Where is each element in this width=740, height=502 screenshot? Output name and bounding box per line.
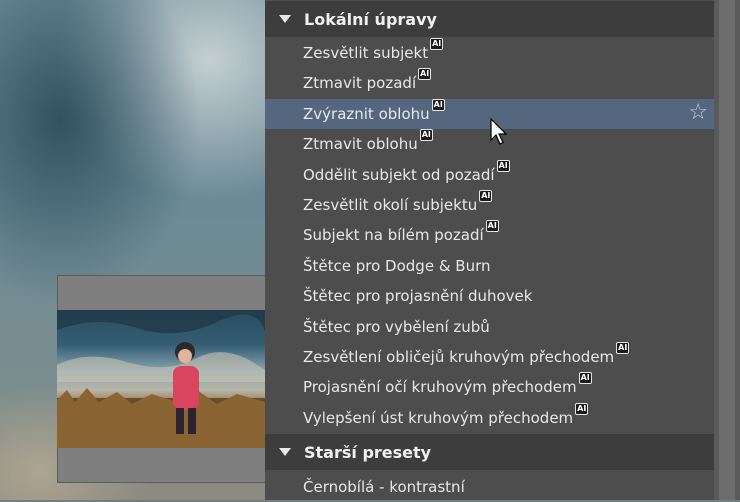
preset-label: Černobílá - kontrastní xyxy=(303,478,465,496)
ai-badge: AI xyxy=(485,220,499,233)
preset-item[interactable]: Štětce pro Dodge & Burn xyxy=(265,251,714,281)
mouse-cursor-icon xyxy=(490,118,508,145)
ai-badge: AI xyxy=(419,129,433,142)
preset-label: Projasnění očí kruhovým přechodem xyxy=(303,378,577,397)
preset-preview-thumbnail xyxy=(57,310,265,448)
section-title: Starší presety xyxy=(304,442,432,462)
preset-label: Ztmavit oblohu xyxy=(303,135,418,154)
preset-item[interactable]: Subjekt na bílém pozadí AI xyxy=(265,220,714,250)
section-header-0[interactable]: Lokální úpravy xyxy=(265,1,714,37)
preset-item[interactable]: Vylepšení úst kruhovým přechodem AI xyxy=(265,402,714,433)
caret-down-icon xyxy=(279,15,291,23)
preset-label: Vylepšení úst kruhovým přechodem xyxy=(303,408,574,427)
ai-badge: AI xyxy=(616,342,630,354)
ai-badge: AI xyxy=(431,98,445,111)
ai-badge: AI xyxy=(578,372,592,385)
preset-item[interactable]: Štětec pro projasnění duhovek xyxy=(265,281,714,311)
preset-item[interactable]: Ztmavit pozadí AI xyxy=(265,68,714,98)
preset-item[interactable]: Projasnění očí kruhovým přechodem AI xyxy=(265,372,714,402)
preset-item[interactable]: Štětec pro vybělení zubů xyxy=(265,312,714,342)
preset-item[interactable]: Zesvětlit okolí subjektu AI xyxy=(265,190,714,220)
caret-down-icon xyxy=(279,448,291,456)
section-header-1[interactable]: Starší presety xyxy=(265,434,714,470)
preset-item[interactable]: Černobílá - kontrastní xyxy=(265,472,714,502)
preset-label: Zvýraznit oblohu xyxy=(303,104,430,123)
preset-label: Štětec pro projasnění duhovek xyxy=(303,287,533,306)
preset-label: Ztmavit pozadí xyxy=(303,74,417,93)
ai-badge: AI xyxy=(430,38,444,50)
preset-label: Štětce pro Dodge & Burn xyxy=(303,256,491,275)
ai-badge: AI xyxy=(418,68,432,81)
preset-item[interactable]: Zesvětlit subjekt AI xyxy=(265,38,714,68)
preset-label: Štětec pro vybělení zubů xyxy=(303,317,490,336)
ai-badge: AI xyxy=(496,159,510,172)
preset-label: Oddělit subjekt od pozadí xyxy=(303,165,495,184)
panel-scrollbar[interactable] xyxy=(714,0,740,500)
preset-label: Zesvětlit okolí subjektu xyxy=(303,196,478,214)
preset-item[interactable]: Oddělit subjekt od pozadí AI xyxy=(265,159,714,190)
ai-badge: AI xyxy=(575,402,589,415)
preset-label: Zesvětlení obličejů kruhovým přechodem xyxy=(303,348,615,366)
preset-label: Zesvětlit subjekt xyxy=(303,44,429,62)
scrollbar-thumb[interactable] xyxy=(719,0,735,500)
preset-label: Subjekt na bílém pozadí xyxy=(303,226,484,245)
preset-item[interactable]: Zesvětlení obličejů kruhovým přechodem AI xyxy=(265,342,714,372)
ai-badge: AI xyxy=(479,190,493,202)
section-title: Lokální úpravy xyxy=(304,9,437,29)
presets-panel: Lokální úpravy Zesvětlit subjekt AI Ztmavit… xyxy=(265,0,714,500)
star-outline-icon[interactable]: ☆ xyxy=(688,101,708,124)
